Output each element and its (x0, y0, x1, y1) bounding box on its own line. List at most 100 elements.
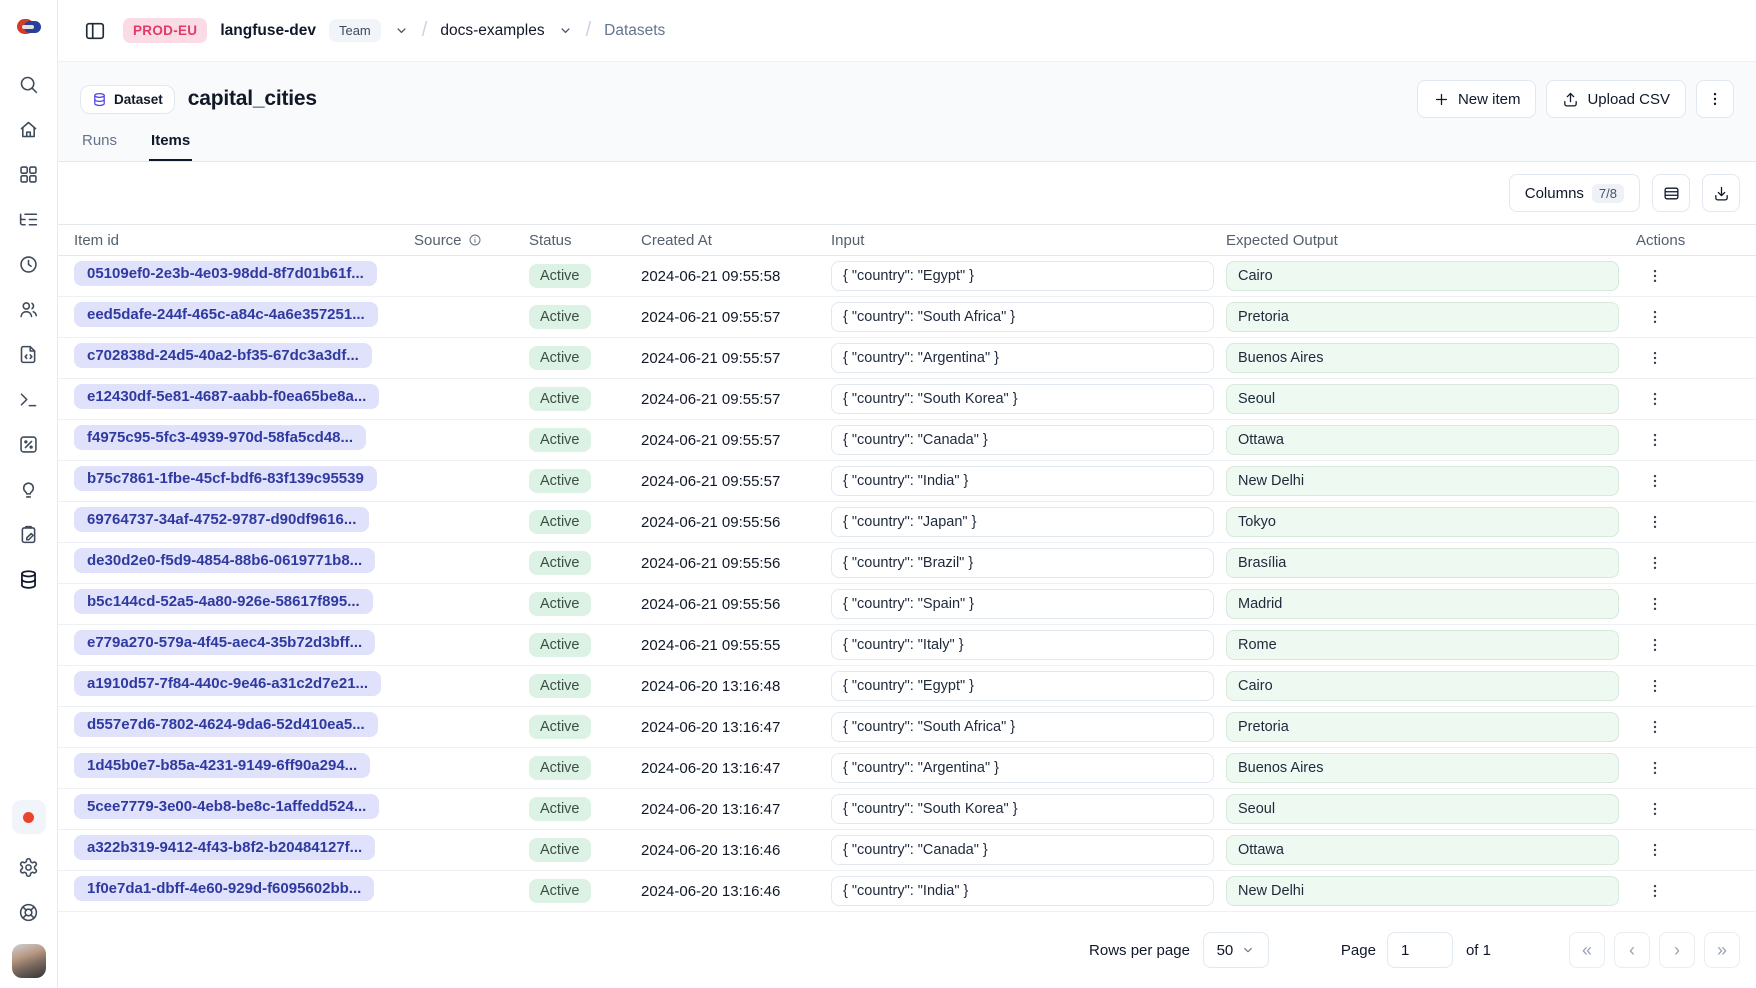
item-id-link[interactable]: 69764737-34af-4752-9787-d90df9616... (74, 507, 369, 532)
support-icon[interactable] (9, 890, 49, 935)
input-cell[interactable]: { "country": "Spain" } (831, 589, 1214, 619)
input-cell[interactable]: { "country": "Argentina" } (831, 343, 1214, 373)
langfuse-logo-icon[interactable] (16, 14, 42, 40)
row-actions-button[interactable] (1640, 343, 1670, 373)
input-cell[interactable]: { "country": "Brazil" } (831, 548, 1214, 578)
item-id-link[interactable]: a1910d57-7f84-440c-9e46-a31c2d7e21... (74, 671, 381, 696)
row-actions-button[interactable] (1640, 794, 1670, 824)
row-height-button[interactable] (1652, 174, 1690, 212)
info-icon[interactable] (468, 233, 482, 247)
row-actions-button[interactable] (1640, 712, 1670, 742)
row-actions-button[interactable] (1640, 835, 1670, 865)
item-id-link[interactable]: 5cee7779-3e00-4eb8-be8c-1affedd524... (74, 794, 379, 819)
breadcrumb-current[interactable]: Datasets (604, 22, 665, 40)
new-item-button[interactable]: New item (1417, 80, 1537, 118)
page-more-actions-button[interactable] (1696, 80, 1734, 118)
sessions-icon[interactable] (9, 242, 49, 287)
home-icon[interactable] (9, 107, 49, 152)
item-id-link[interactable]: b5c144cd-52a5-4a80-926e-58617f895... (74, 589, 373, 614)
expected-output-cell[interactable]: Brasília (1226, 548, 1619, 578)
recording-status-icon[interactable] (12, 800, 46, 834)
expected-output-cell[interactable]: Pretoria (1226, 302, 1619, 332)
row-actions-button[interactable] (1640, 876, 1670, 906)
input-cell[interactable]: { "country": "Argentina" } (831, 753, 1214, 783)
tab-runs[interactable]: Runs (80, 132, 119, 161)
input-cell[interactable]: { "country": "South Africa" } (831, 302, 1214, 332)
row-actions-button[interactable] (1640, 548, 1670, 578)
item-id-link[interactable]: 1d45b0e7-b85a-4231-9149-6ff90a294... (74, 753, 370, 778)
row-actions-button[interactable] (1640, 671, 1670, 701)
next-page-button[interactable]: › (1659, 932, 1695, 968)
user-avatar[interactable] (12, 944, 46, 978)
expected-output-cell[interactable]: Madrid (1226, 589, 1619, 619)
row-actions-button[interactable] (1640, 261, 1670, 291)
input-cell[interactable]: { "country": "Canada" } (831, 425, 1214, 455)
org-chevron-down-icon[interactable] (394, 23, 409, 38)
row-actions-button[interactable] (1640, 630, 1670, 660)
row-actions-button[interactable] (1640, 302, 1670, 332)
row-actions-button[interactable] (1640, 589, 1670, 619)
row-actions-button[interactable] (1640, 384, 1670, 414)
export-button[interactable] (1702, 174, 1740, 212)
row-actions-button[interactable] (1640, 753, 1670, 783)
evaluation-icon[interactable] (9, 422, 49, 467)
input-cell[interactable]: { "country": "India" } (831, 466, 1214, 496)
project-chevron-down-icon[interactable] (558, 23, 573, 38)
users-icon[interactable] (9, 287, 49, 332)
annotation-icon[interactable] (9, 512, 49, 557)
item-id-link[interactable]: a322b319-9412-4f43-b8f2-b20484127f... (74, 835, 375, 860)
prompts-icon[interactable] (9, 332, 49, 377)
last-page-button[interactable]: » (1704, 932, 1740, 968)
first-page-button[interactable]: « (1569, 932, 1605, 968)
item-id-link[interactable]: e12430df-5e81-4687-aabb-f0ea65be8a... (74, 384, 379, 409)
item-id-link[interactable]: c702838d-24d5-40a2-bf35-67dc3a3df... (74, 343, 372, 368)
expected-output-cell[interactable]: Cairo (1226, 671, 1619, 701)
input-cell[interactable]: { "country": "Japan" } (831, 507, 1214, 537)
prev-page-button[interactable]: ‹ (1614, 932, 1650, 968)
expected-output-cell[interactable]: Ottawa (1226, 425, 1619, 455)
input-cell[interactable]: { "country": "Egypt" } (831, 671, 1214, 701)
settings-gear-icon[interactable] (9, 845, 49, 890)
input-cell[interactable]: { "country": "South Korea" } (831, 794, 1214, 824)
item-id-link[interactable]: 05109ef0-2e3b-4e03-98dd-8f7d01b61f... (74, 261, 377, 286)
input-cell[interactable]: { "country": "Canada" } (831, 835, 1214, 865)
expected-output-cell[interactable]: Cairo (1226, 261, 1619, 291)
expected-output-cell[interactable]: Seoul (1226, 384, 1619, 414)
expected-output-cell[interactable]: Tokyo (1226, 507, 1619, 537)
project-name[interactable]: docs-examples (440, 22, 544, 40)
insights-icon[interactable] (9, 467, 49, 512)
row-actions-button[interactable] (1640, 507, 1670, 537)
expected-output-cell[interactable]: Pretoria (1226, 712, 1619, 742)
expected-output-cell[interactable]: Ottawa (1226, 835, 1619, 865)
org-name[interactable]: langfuse-dev (220, 22, 316, 40)
columns-button[interactable]: Columns 7/8 (1509, 174, 1640, 212)
item-id-link[interactable]: de30d2e0-f5d9-4854-88b6-0619771b8... (74, 548, 375, 573)
sidebar-toggle-icon[interactable] (80, 16, 110, 46)
item-id-link[interactable]: b75c7861-1fbe-45cf-bdf6-83f139c95539 (74, 466, 377, 491)
expected-output-cell[interactable]: Buenos Aires (1226, 753, 1619, 783)
input-cell[interactable]: { "country": "Egypt" } (831, 261, 1214, 291)
upload-csv-button[interactable]: Upload CSV (1546, 80, 1686, 118)
search-icon[interactable] (9, 62, 49, 107)
item-id-link[interactable]: e779a270-579a-4f45-aec4-35b72d3bff... (74, 630, 375, 655)
expected-output-cell[interactable]: New Delhi (1226, 876, 1619, 906)
input-cell[interactable]: { "country": "Italy" } (831, 630, 1214, 660)
expected-output-cell[interactable]: Rome (1226, 630, 1619, 660)
expected-output-cell[interactable]: New Delhi (1226, 466, 1619, 496)
row-actions-button[interactable] (1640, 466, 1670, 496)
expected-output-cell[interactable]: Seoul (1226, 794, 1619, 824)
dashboards-icon[interactable] (9, 152, 49, 197)
input-cell[interactable]: { "country": "India" } (831, 876, 1214, 906)
item-id-link[interactable]: eed5dafe-244f-465c-a84c-4a6e357251... (74, 302, 378, 327)
tab-items[interactable]: Items (149, 132, 192, 161)
rows-per-page-select[interactable]: 50 (1203, 932, 1269, 968)
input-cell[interactable]: { "country": "South Africa" } (831, 712, 1214, 742)
expected-output-cell[interactable]: Buenos Aires (1226, 343, 1619, 373)
datasets-icon[interactable] (9, 557, 49, 602)
input-cell[interactable]: { "country": "South Korea" } (831, 384, 1214, 414)
item-id-link[interactable]: 1f0e7da1-dbff-4e60-929d-f6095602bb... (74, 876, 374, 901)
tracing-icon[interactable] (9, 197, 49, 242)
item-id-link[interactable]: d557e7d6-7802-4624-9da6-52d410ea5... (74, 712, 378, 737)
playground-icon[interactable] (9, 377, 49, 422)
item-id-link[interactable]: f4975c95-5fc3-4939-970d-58fa5cd48... (74, 425, 366, 450)
